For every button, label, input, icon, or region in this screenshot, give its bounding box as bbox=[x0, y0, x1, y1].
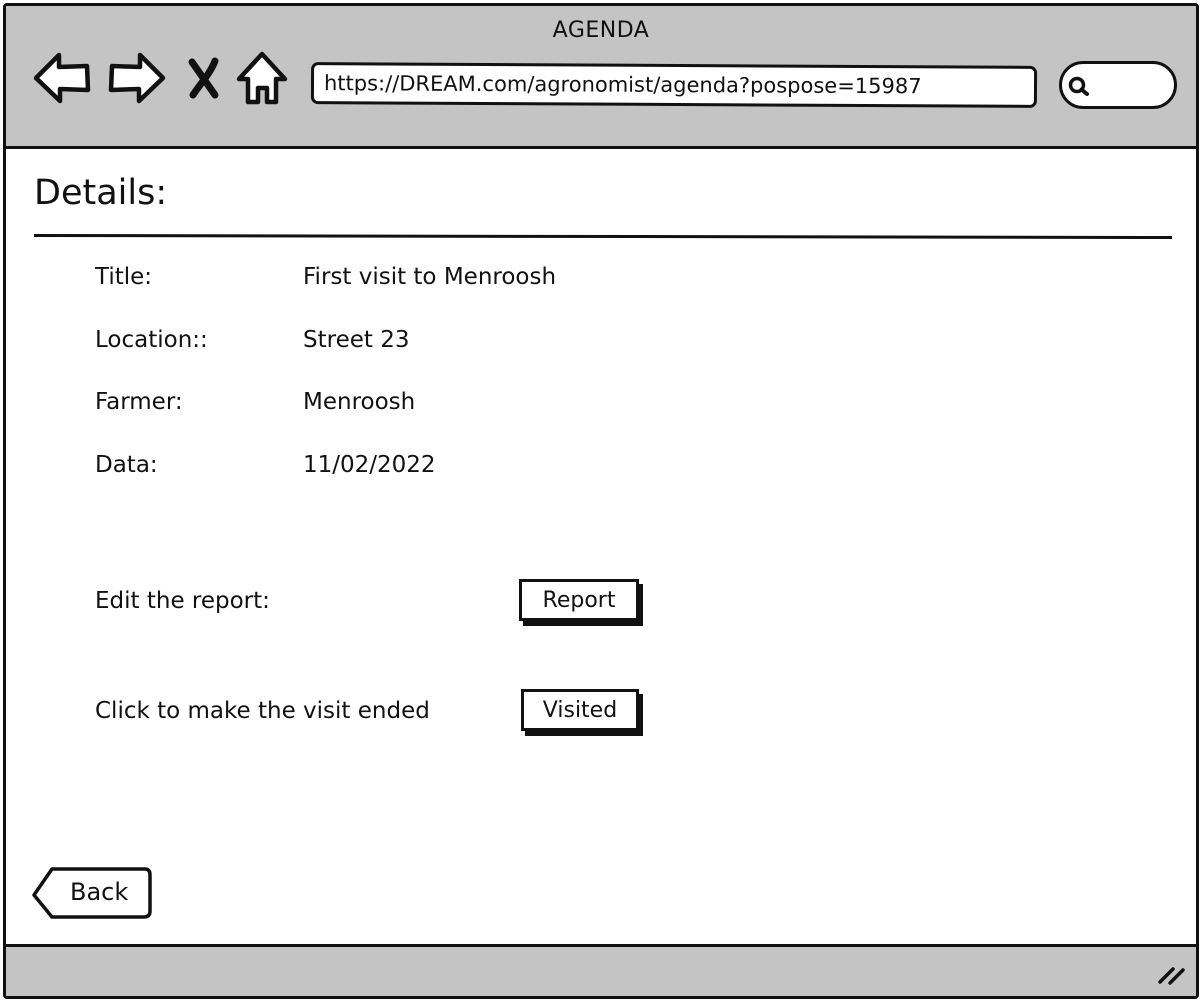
page-title: Details: bbox=[34, 173, 168, 213]
browser-toolbar: AGENDA https://DREAM.com/agronomist/agen… bbox=[6, 6, 1196, 149]
browser-window: AGENDA https://DREAM.com/agronomist/agen… bbox=[3, 3, 1199, 999]
address-bar[interactable]: https://DREAM.com/agronomist/agenda?posp… bbox=[310, 62, 1038, 108]
status-bar bbox=[6, 944, 1196, 996]
detail-label-title: Title: bbox=[95, 264, 153, 290]
close-icon[interactable] bbox=[184, 48, 224, 108]
detail-value-date: 11/02/2022 bbox=[303, 452, 436, 478]
search-icon bbox=[1068, 76, 1089, 96]
window-title: AGENDA bbox=[552, 18, 650, 43]
detail-label-farmer: Farmer: bbox=[95, 389, 183, 415]
resize-grip-icon[interactable] bbox=[1156, 961, 1186, 985]
report-button[interactable]: Report bbox=[519, 579, 639, 621]
detail-value-title: First visit to Menroosh bbox=[303, 264, 557, 290]
back-button[interactable]: Back bbox=[30, 865, 154, 923]
visited-prompt: Click to make the visit ended bbox=[95, 698, 430, 724]
page-content: Details: Title: First visit to Menroosh … bbox=[6, 149, 1196, 944]
back-button-label: Back bbox=[70, 878, 129, 906]
arrow-left-icon[interactable] bbox=[31, 48, 93, 108]
detail-label-location: Location:: bbox=[95, 327, 208, 353]
search-box[interactable] bbox=[1059, 61, 1177, 109]
visited-button[interactable]: Visited bbox=[521, 689, 639, 731]
detail-label-date: Data: bbox=[95, 452, 158, 478]
report-prompt: Edit the report: bbox=[95, 588, 270, 614]
detail-value-location: Street 23 bbox=[303, 327, 410, 353]
arrow-right-icon[interactable] bbox=[106, 48, 168, 108]
home-icon[interactable] bbox=[234, 48, 290, 108]
heading-divider bbox=[34, 233, 1173, 239]
detail-value-farmer: Menroosh bbox=[303, 389, 416, 415]
